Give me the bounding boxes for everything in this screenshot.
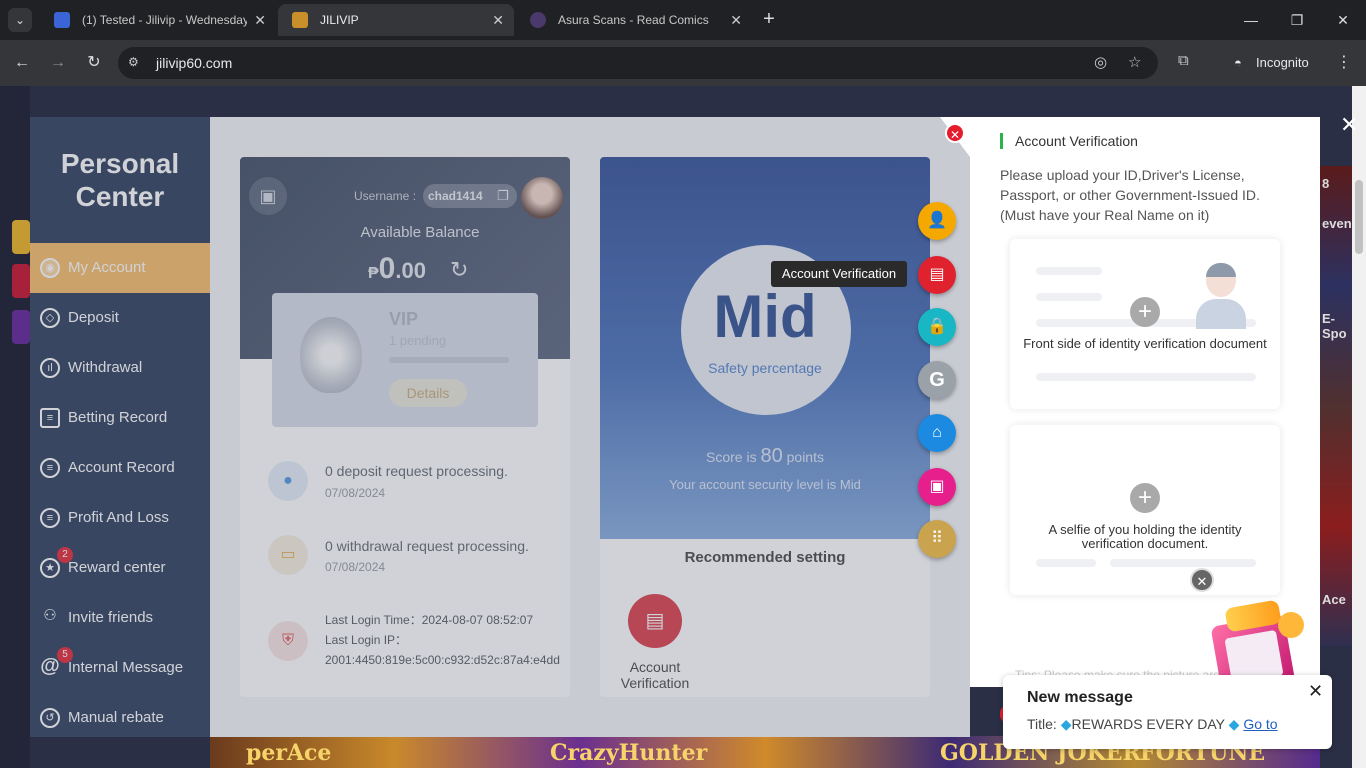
background-chip [12,310,30,344]
close-tab-icon[interactable]: ✕ [254,4,266,36]
google-icon[interactable]: G [918,361,956,399]
plus-icon[interactable]: + [1130,297,1160,327]
background-right-strip: 8 even E-Spo Ace [1320,166,1352,646]
diamond-icon: ◆ [1228,716,1240,732]
keypad-icon[interactable]: ⠿ [918,520,956,558]
placeholder-line [1036,559,1096,567]
new-message-toast: New message Title: ◆REWARDS EVERY DAY ◆ … [1003,675,1332,749]
tab-favicon [292,12,308,28]
tab-search-button[interactable]: ⌄ [8,8,32,32]
close-tab-icon[interactable]: ✕ [730,4,742,36]
back-button[interactable]: ← [10,51,34,75]
address-bar[interactable]: ⚙ jilivip60.com ◎ ☆ [118,47,1158,79]
bank-icon[interactable]: ⌂ [918,414,956,452]
url-text[interactable]: jilivip60.com [156,47,232,79]
eye-off-icon[interactable]: ◎ [1094,53,1107,71]
close-panel-icon[interactable]: ✕ [945,123,965,143]
tab-favicon [54,12,70,28]
close-window-button[interactable]: ✕ [1328,6,1358,34]
tab-asura-scans[interactable]: Asura Scans - Read Comics ✕ [516,4,752,36]
background-chip [12,264,30,298]
star-icon[interactable]: ☆ [1128,53,1141,71]
user-icon[interactable]: 👤 [918,202,956,240]
close-tab-icon[interactable]: ✕ [492,4,504,36]
new-tab-button[interactable]: + [758,8,780,30]
extensions-icon[interactable]: ⧉ [1178,52,1189,69]
plus-icon[interactable]: + [1130,483,1160,513]
reload-button[interactable]: ↻ [82,51,106,75]
background-left-column [0,86,30,768]
placeholder-line [1110,559,1256,567]
background-chip [12,220,30,254]
verification-title: Account Verification [1000,133,1138,149]
account-verification-tooltip: Account Verification [771,261,907,287]
person-silhouette-icon [1196,263,1246,329]
minimize-button[interactable]: — [1236,6,1266,34]
tab-jilivip-tested[interactable]: (1) Tested - Jilivip - Wednesday ✕ [40,4,276,36]
page-scrollbar[interactable] [1352,86,1366,768]
lock-icon[interactable]: 🔒 [918,308,956,346]
message-body: Title: ◆REWARDS EVERY DAY ◆ Go to [1027,716,1278,732]
restore-button[interactable]: ❐ [1282,6,1312,34]
forward-button[interactable]: → [46,51,70,75]
close-overlay-icon[interactable]: ✕ [1340,112,1358,138]
placeholder-line [1036,267,1102,275]
scrollbar-thumb[interactable] [1355,180,1363,254]
tab-jilivip[interactable]: JILIVIP ✕ [278,4,514,36]
personal-center-modal: Personal Center ◉ My Account ◇ Deposit ı… [30,117,970,737]
tab-favicon [530,12,546,28]
wallet-icon[interactable]: ▣ [918,468,956,506]
upload-selfie[interactable]: + A selfie of you holding the identity v… [1010,425,1280,595]
close-message-icon[interactable]: ✕ [1308,681,1323,702]
browser-menu-icon[interactable]: ⋮ [1336,52,1352,72]
incognito-indicator[interactable]: ◓ Incognito [1222,49,1321,77]
modal-dim-overlay [30,117,970,737]
verification-description: Please upload your ID,Driver's License, … [1000,167,1260,223]
close-icon[interactable]: ✕ [1190,568,1214,592]
diamond-icon: ◆ [1060,716,1072,732]
placeholder-line [1036,373,1256,381]
incognito-icon: ◓ [1234,55,1242,70]
id-card-icon[interactable]: ▤ [918,256,956,294]
upload-front-id[interactable]: + Front side of identity verification do… [1010,239,1280,409]
go-to-link[interactable]: Go to [1243,716,1277,732]
message-title: New message [1027,689,1133,706]
placeholder-line [1036,293,1102,301]
browser-tab-bar: ⌄ (1) Tested - Jilivip - Wednesday ✕ JIL… [0,0,1366,40]
site-info-icon[interactable]: ⚙ [128,55,139,69]
